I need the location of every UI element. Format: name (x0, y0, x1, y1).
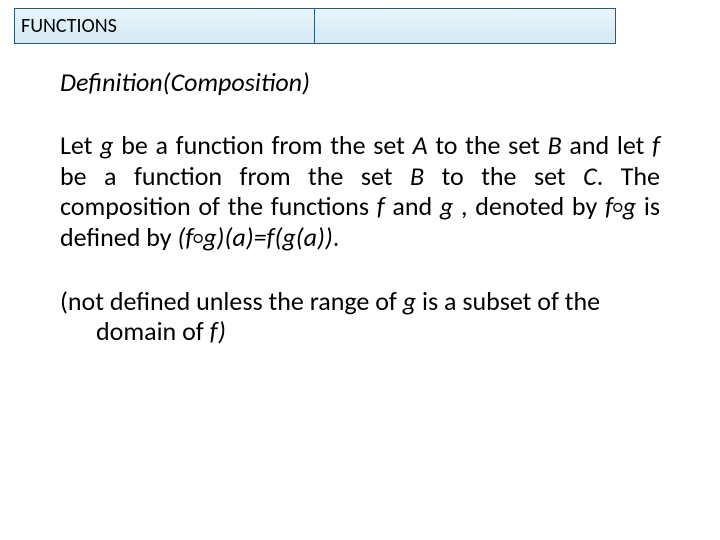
def-text: to the set (428, 129, 548, 161)
var-f: f) (210, 315, 226, 347)
var-g: g (440, 190, 453, 222)
def-text: and (385, 190, 440, 222)
var-f: f (605, 190, 613, 222)
header-bar: FUNCTIONS (14, 8, 616, 44)
slide-content: Definition(Composition) Let g be a funct… (60, 66, 660, 346)
set-A: A (413, 129, 428, 161)
var-g: g (403, 285, 416, 317)
def-text: and let (562, 129, 652, 161)
set-C: C (583, 160, 597, 192)
header-left-cell: FUNCTIONS (14, 8, 315, 44)
formula-right: g)(a)=f(g(a)) (203, 221, 333, 253)
set-B: B (410, 160, 424, 192)
var-g: g (100, 129, 113, 161)
def-text: be a function from the set (114, 129, 413, 161)
def-text: be a function from the set (60, 160, 410, 192)
def-text: . (333, 221, 340, 253)
definition-body: Let g be a function from the set A to th… (60, 130, 660, 253)
definition-heading: Definition(Composition) (60, 66, 660, 98)
header-right-cell (315, 8, 616, 44)
formula-left: (f (177, 221, 193, 253)
def-text: , denoted by (453, 190, 605, 222)
compose-op-icon: ○ (193, 228, 203, 249)
var-f: f (652, 129, 660, 161)
note-text: (not defined unless the range of (60, 285, 403, 317)
compose-op-icon: ○ (613, 197, 623, 218)
var-g: g (623, 190, 636, 222)
def-text: to the set (424, 160, 583, 192)
def-text: Let (60, 129, 100, 161)
var-f: f (377, 190, 385, 222)
header-title: FUNCTIONS (21, 14, 117, 38)
set-B: B (548, 129, 562, 161)
definition-note: (not defined unless the range of g is a … (60, 287, 660, 347)
